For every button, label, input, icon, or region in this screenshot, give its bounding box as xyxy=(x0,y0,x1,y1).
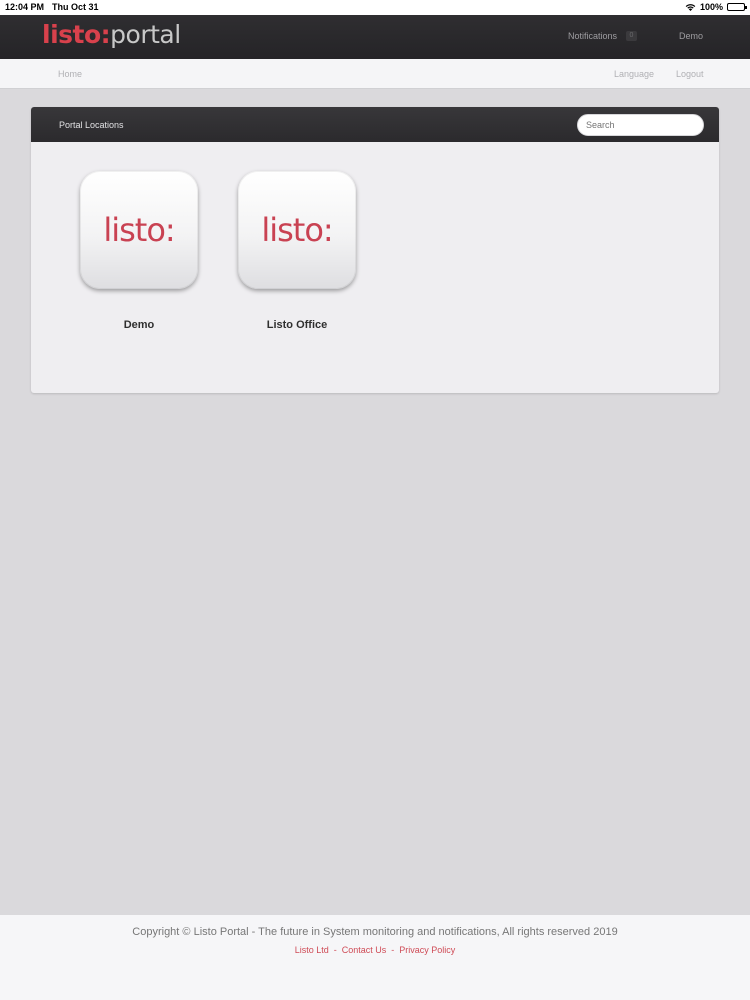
portal-logo[interactable]: listo:portal xyxy=(42,20,181,49)
footer-separator: - xyxy=(391,945,395,955)
logo-portal: portal xyxy=(110,20,181,49)
status-time: 12:04 PM xyxy=(5,2,45,12)
battery-percent: 100% xyxy=(699,2,723,12)
search-input[interactable] xyxy=(577,114,704,136)
footer-link-listo-ltd[interactable]: Listo Ltd xyxy=(295,945,329,955)
footer-links: Listo Ltd - Contact Us - Privacy Policy xyxy=(0,945,750,955)
listo-logo-icon: listo: xyxy=(103,211,175,249)
nav-language-link[interactable]: Language xyxy=(614,69,654,79)
footer-link-contact-us[interactable]: Contact Us xyxy=(342,945,387,955)
battery-icon xyxy=(727,3,747,11)
footer-copyright: Copyright © Listo Portal - The future in… xyxy=(132,926,618,938)
logo-listo: listo: xyxy=(42,20,111,49)
footer: Copyright © Listo Portal - The future in… xyxy=(0,915,750,1000)
footer-separator: - xyxy=(333,945,337,955)
location-tile[interactable]: listo: Listo Office xyxy=(238,171,356,331)
portal-locations-panel: Portal Locations listo: Demo listo: List… xyxy=(31,107,719,393)
user-menu[interactable]: Demo xyxy=(679,31,703,41)
location-app-icon[interactable]: listo: xyxy=(80,171,198,289)
footer-link-privacy-policy[interactable]: Privacy Policy xyxy=(399,945,455,955)
notifications-link[interactable]: Notifications xyxy=(568,31,617,41)
nav-home-link[interactable]: Home xyxy=(58,69,82,79)
location-label[interactable]: Listo Office xyxy=(238,319,356,331)
sub-navigation: Home Language Logout xyxy=(0,59,750,89)
notifications-badge[interactable]: 0 xyxy=(626,31,637,41)
status-right: 100% xyxy=(685,2,747,12)
status-bar: 12:04 PM Thu Oct 31 100% xyxy=(0,0,750,15)
listo-logo-icon: listo: xyxy=(261,211,333,249)
nav-logout-link[interactable]: Logout xyxy=(676,69,704,79)
panel-header: Portal Locations xyxy=(31,107,719,142)
location-tile[interactable]: listo: Demo xyxy=(80,171,198,331)
location-label[interactable]: Demo xyxy=(80,319,198,331)
status-date: Thu Oct 31 xyxy=(52,2,99,12)
top-header: listo:portal Notifications 0 Demo xyxy=(0,15,750,59)
panel-title: Portal Locations xyxy=(59,120,124,130)
location-app-icon[interactable]: listo: xyxy=(238,171,356,289)
wifi-icon xyxy=(685,4,696,11)
